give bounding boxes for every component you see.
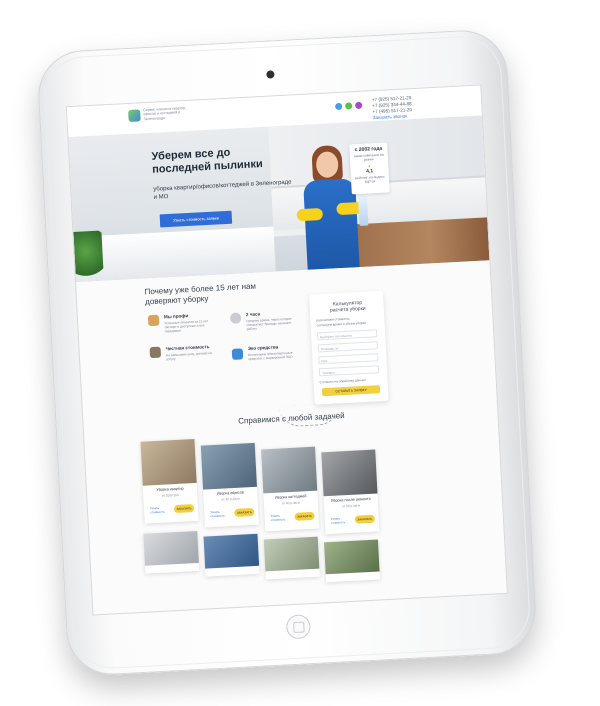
order-button[interactable]: ЗАКАЗАТЬ bbox=[234, 507, 255, 517]
card-price: от 40 р./кв.м bbox=[221, 496, 240, 502]
why-title: Почему уже более 15 лет нам доверяют убо… bbox=[144, 281, 257, 306]
service-card-2[interactable]: Уборка офисов от 40 р./кв.м Узнать стоим… bbox=[200, 442, 259, 528]
upholstery-photo bbox=[143, 530, 199, 566]
cottage-photo bbox=[261, 446, 318, 494]
object-type-select[interactable]: Выберите тип объекта bbox=[316, 329, 378, 341]
card-link[interactable]: Узнать стоимость bbox=[270, 514, 290, 522]
feature-title-3: Честная стоимость bbox=[165, 344, 210, 352]
hero-section: Уберем все до последней пылинки уборка к… bbox=[68, 115, 490, 282]
feature-desc-1: Успешных объектов за 15 лет Экспорт и до… bbox=[164, 319, 209, 334]
renovation-photo bbox=[321, 449, 378, 497]
experience-badge: с 2002 года наша компания на рынке ★ 4,1… bbox=[349, 142, 390, 195]
service-card-1[interactable]: Уборка квартир от 2000 руб Узнать стоимо… bbox=[140, 438, 199, 524]
hero-cta-button[interactable]: Узнать стоимость заявки bbox=[159, 210, 233, 228]
name-input[interactable]: Имя bbox=[318, 353, 379, 365]
feature-desc-3: Не завышаем цену, договор на услугу bbox=[165, 350, 212, 362]
feature-desc-2: Среднее время, через которое специалист … bbox=[246, 316, 293, 332]
maid-photo bbox=[323, 539, 380, 575]
whatsapp-icon[interactable] bbox=[345, 102, 353, 110]
viber-icon[interactable] bbox=[354, 101, 363, 110]
order-button[interactable]: ЗАКАЗАТЬ bbox=[294, 511, 315, 521]
screen: Сервис клининга квартир, офисов и коттед… bbox=[65, 84, 508, 616]
plant-image bbox=[73, 230, 104, 282]
feature-desc-4: Используем гипоаллергенные средства, с м… bbox=[247, 350, 293, 362]
service-card-5[interactable] bbox=[143, 530, 200, 574]
service-card-4[interactable]: Уборка после ремонта от 80 р./кв.м Узнат… bbox=[321, 449, 380, 535]
tablet-frame: Сервис клининга квартир, офисов и коттед… bbox=[35, 28, 539, 677]
card-price: от 40 р./кв.м bbox=[281, 500, 301, 506]
service-card-8[interactable] bbox=[323, 539, 381, 583]
eco-bottle-icon bbox=[231, 348, 244, 360]
camera-icon bbox=[266, 70, 275, 79]
glove-left bbox=[296, 207, 324, 222]
clock-icon bbox=[229, 312, 242, 324]
feature-title-2: 2 часа bbox=[245, 311, 261, 318]
spray-bottle bbox=[357, 195, 369, 227]
order-button[interactable]: ЗАКАЗАТЬ bbox=[354, 514, 376, 524]
calculator-form: Калькулятор расчета уборки рассчитаем ст… bbox=[309, 290, 389, 405]
logo-icon bbox=[128, 109, 141, 122]
feature-title-1: Мы профи bbox=[163, 313, 189, 320]
wallet-icon bbox=[149, 346, 162, 359]
badge-rating-note: рейтинг на яндекс картах bbox=[355, 174, 385, 184]
card-price: от 80 р./кв.м bbox=[341, 503, 361, 509]
sofa bbox=[73, 226, 276, 282]
consent-checkbox[interactable]: Согласен на обработку данных bbox=[320, 378, 366, 384]
pro-icon bbox=[147, 314, 160, 327]
feature-title-4: Эко средства bbox=[247, 344, 279, 352]
logo-text: Сервис клининга квартир, офисов и коттед… bbox=[143, 105, 187, 121]
card-link[interactable]: Узнать стоимость bbox=[331, 516, 351, 525]
calculator-title: Калькулятор расчета уборки bbox=[329, 300, 366, 314]
office-photo bbox=[200, 442, 257, 490]
service-card-7[interactable] bbox=[263, 536, 320, 580]
phone-input[interactable]: Телефон bbox=[318, 365, 380, 377]
card-link[interactable]: Узнать стоимость bbox=[150, 506, 170, 514]
window-photo bbox=[203, 533, 260, 569]
submit-button[interactable]: ОСТАВИТЬ ЗАЯВКУ bbox=[321, 385, 381, 397]
phone-list: +7 (925) 517-21-20 +7 (925) 344-44-88 +7… bbox=[372, 95, 413, 121]
order-button[interactable]: ЗАКАЗАТЬ bbox=[173, 504, 195, 514]
card-price: от 2000 руб bbox=[161, 492, 180, 498]
apartment-photo bbox=[140, 438, 197, 486]
telegram-icon[interactable] bbox=[335, 102, 343, 111]
area-input[interactable]: Площадь, м² bbox=[317, 341, 378, 353]
home-button[interactable] bbox=[285, 614, 311, 640]
facade-photo bbox=[263, 536, 320, 572]
card-link[interactable]: Узнать стоимость bbox=[210, 510, 230, 518]
service-card-6[interactable] bbox=[203, 533, 260, 577]
service-card-3[interactable]: Уборка коттеджей от 40 р./кв.м Узнать ст… bbox=[261, 446, 320, 532]
